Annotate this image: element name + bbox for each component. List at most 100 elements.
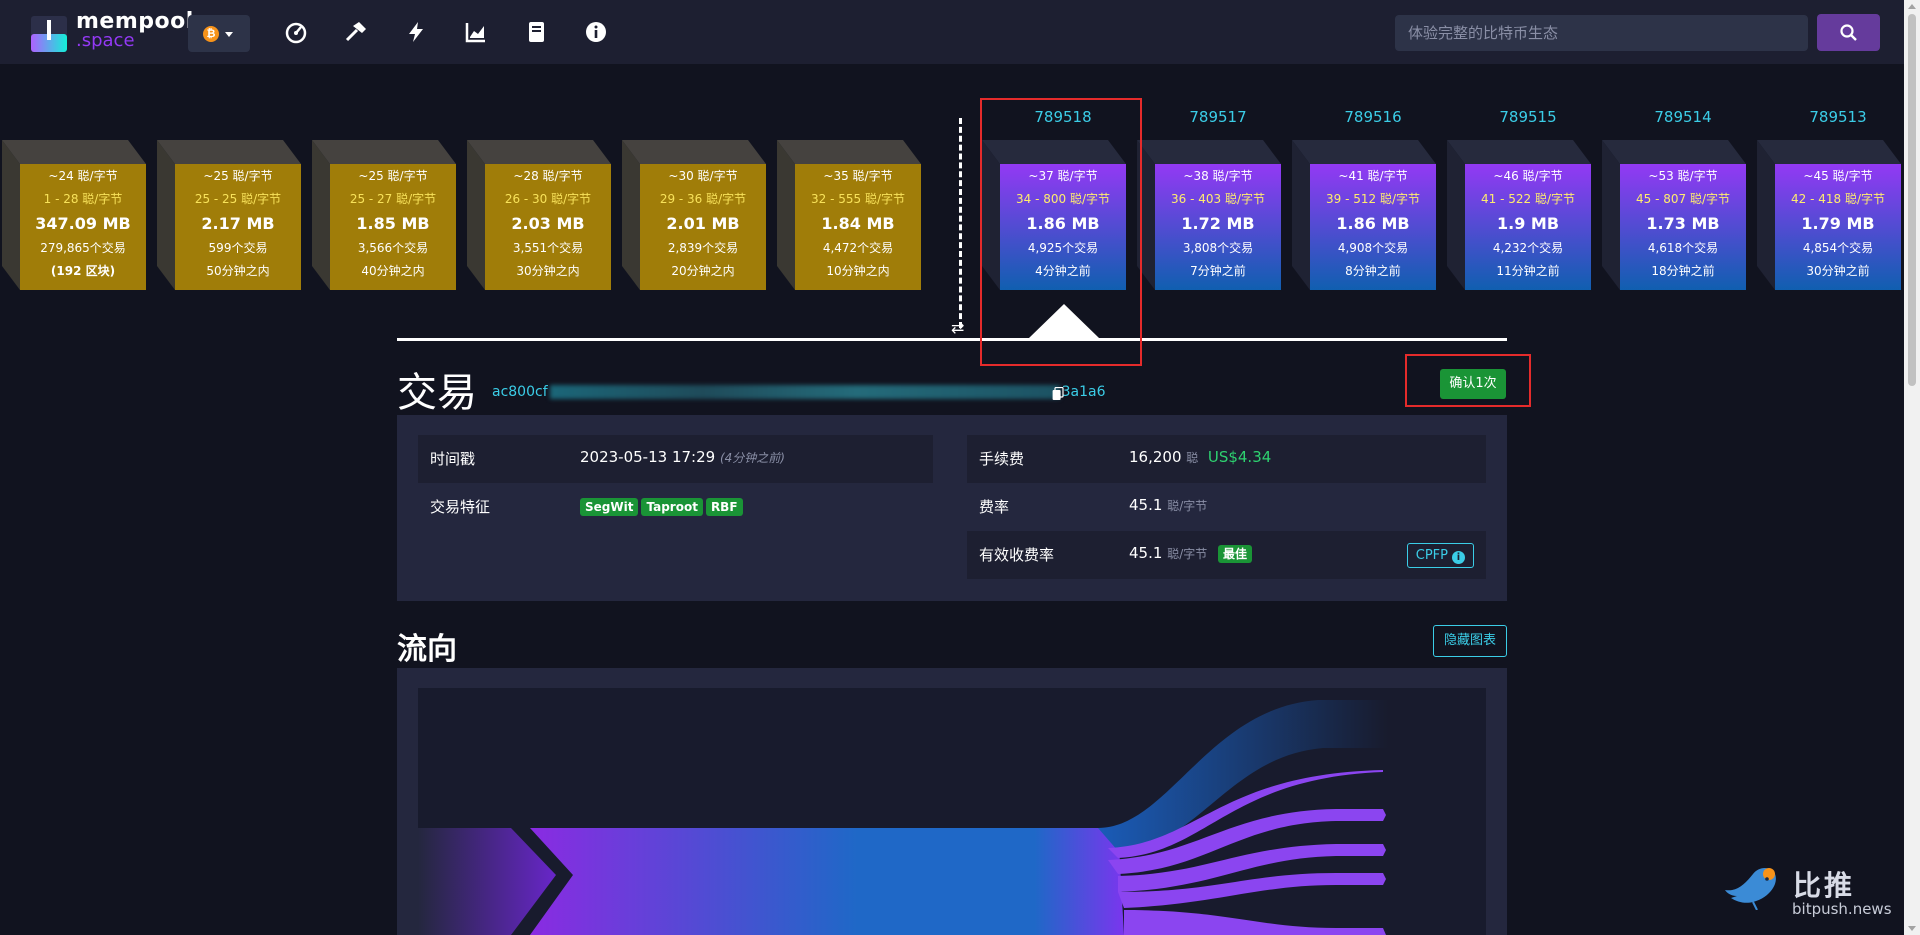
block-median-fee: ~35 聪/字节 <box>823 169 893 183</box>
feature-tag-rbf[interactable]: RBF <box>705 498 743 516</box>
mempool-block[interactable]: ~30 聪/字节 29 - 36 聪/字节 2.01 MB 2,839个交易 20分钟之… <box>622 140 766 290</box>
timestamp-relative: (4分钟之前) <box>719 451 785 465</box>
block-height-link[interactable]: 789517 <box>1155 108 1281 126</box>
block-time: 7分钟之前 <box>1190 264 1246 278</box>
block-time: 8分钟之前 <box>1345 264 1401 278</box>
copy-icon[interactable] <box>1052 387 1064 401</box>
confirmed-block[interactable]: ~45 聪/字节 42 - 418 聪/字节 1.79 MB 4,854个交易 30分钟… <box>1757 140 1901 290</box>
block-median-fee: ~25 聪/字节 <box>203 169 273 183</box>
block-top <box>157 140 301 164</box>
block-side <box>777 140 795 290</box>
mempool-logo-icon[interactable] <box>31 16 67 52</box>
swap-arrows-icon[interactable]: ⇄ <box>951 318 964 337</box>
block-top <box>1447 140 1591 164</box>
block-height-link[interactable]: 789513 <box>1775 108 1901 126</box>
block-height-link[interactable]: 789515 <box>1465 108 1591 126</box>
block-fee-range: 36 - 403 聪/字节 <box>1171 192 1265 206</box>
block-top <box>467 140 611 164</box>
block-time: 18分钟之前 <box>1651 264 1715 278</box>
watermark-cn: 比推 <box>1793 869 1856 902</box>
row-timestamp: 时间戳 2023-05-13 17:29 (4分钟之前) <box>418 435 933 483</box>
block-median-fee: ~41 聪/字节 <box>1338 169 1408 183</box>
mempool-block[interactable]: ~35 聪/字节 32 - 555 聪/字节 1.84 MB 4,472个交易 10分钟… <box>777 140 921 290</box>
block-height-link[interactable]: 789514 <box>1620 108 1746 126</box>
block-median-fee: ~28 聪/字节 <box>513 169 583 183</box>
timestamp-value: 2023-05-13 17:29 (4分钟之前) <box>580 448 785 466</box>
confirmed-block[interactable]: ~38 聪/字节 36 - 403 聪/字节 1.72 MB 3,808个交易 7分钟之… <box>1137 140 1281 290</box>
graphs-icon[interactable] <box>464 20 488 44</box>
lightning-icon[interactable] <box>404 20 428 44</box>
mempool-block[interactable]: ~28 聪/字节 26 - 30 聪/字节 2.03 MB 3,551个交易 30分钟之… <box>467 140 611 290</box>
block-side <box>2 140 20 290</box>
fee-usd: US$4.34 <box>1207 448 1272 466</box>
confirmed-block[interactable]: ~41 聪/字节 39 - 512 聪/字节 1.86 MB 4,908个交易 8分钟之… <box>1292 140 1436 290</box>
search-button[interactable] <box>1817 14 1880 51</box>
block-tx-count: 3,566个交易 <box>357 241 429 255</box>
hide-diagram-button[interactable]: 隐藏图表 <box>1433 625 1507 657</box>
about-info-icon[interactable] <box>584 20 608 44</box>
block-height-link[interactable]: 789516 <box>1310 108 1436 126</box>
fee-rate-label: 费率 <box>979 498 1010 516</box>
block-median-fee: ~53 聪/字节 <box>1648 169 1718 183</box>
page-scrollbar[interactable] <box>1904 0 1920 935</box>
mempool-block[interactable]: ~25 聪/字节 25 - 27 聪/字节 1.85 MB 3,566个交易 40分钟之… <box>312 140 456 290</box>
block-time: (192 区块) <box>50 264 116 278</box>
block-face: ~25 聪/字节 25 - 27 聪/字节 1.85 MB 3,566个交易 40分钟之… <box>330 164 456 290</box>
mempool-block[interactable]: ~25 聪/字节 25 - 25 聪/字节 2.17 MB 599个交易 50分钟之内 <box>157 140 301 290</box>
block-top <box>1137 140 1281 164</box>
scroll-down-arrow-icon[interactable] <box>1908 926 1916 931</box>
block-fee-range: 1 - 28 聪/字节 <box>43 192 123 206</box>
block-side <box>467 140 485 290</box>
docs-book-icon[interactable] <box>524 20 548 44</box>
block-time: 20分钟之内 <box>671 264 735 278</box>
flow-main-band <box>530 828 1124 935</box>
feature-tag-taproot[interactable]: Taproot <box>641 498 703 516</box>
block-top <box>1292 140 1436 164</box>
block-side <box>1602 140 1620 290</box>
timestamp-date: 2023-05-13 17:29 <box>580 448 716 466</box>
scroll-up-arrow-icon[interactable] <box>1908 4 1916 9</box>
block-fee-range: 29 - 36 聪/字节 <box>659 192 747 206</box>
top-nav: mempool .space ₿ <box>0 0 1904 64</box>
block-tx-count: 599个交易 <box>208 241 268 255</box>
flow-diagram <box>418 688 1486 935</box>
block-median-fee: ~38 聪/字节 <box>1183 169 1253 183</box>
network-selector-button[interactable]: ₿ <box>188 15 250 52</box>
bitpush-bird-logo-icon <box>1725 868 1776 910</box>
mempool-block[interactable]: ~24 聪/字节 1 - 28 聪/字节 347.09 MB 279,865个交易 (1… <box>2 140 146 290</box>
block-median-fee: ~24 聪/字节 <box>48 169 118 183</box>
scrollbar-thumb[interactable] <box>1908 14 1916 386</box>
block-tx-count: 2,839个交易 <box>667 241 739 255</box>
flow-input[interactable] <box>418 828 556 935</box>
block-median-fee: ~25 聪/字节 <box>358 169 428 183</box>
block-face: ~25 聪/字节 25 - 25 聪/字节 2.17 MB 599个交易 50分钟之内 <box>175 164 301 290</box>
txid-end: 3a1a6 <box>1061 384 1106 400</box>
confirmed-block[interactable]: ~46 聪/字节 41 - 522 聪/字节 1.9 MB 4,232个交易 11分钟之… <box>1447 140 1591 290</box>
cpfp-button[interactable]: CPFP i <box>1406 543 1474 568</box>
block-size: 1.9 MB <box>1496 214 1560 233</box>
mempool-divider <box>959 118 962 328</box>
block-tx-count: 4,908个交易 <box>1337 241 1409 255</box>
block-tx-count: 279,865个交易 <box>40 241 126 255</box>
block-size: 347.09 MB <box>35 214 131 233</box>
block-side <box>157 140 175 290</box>
flow-output-6[interactable] <box>1124 910 1386 935</box>
logo-text[interactable]: mempool .space <box>76 11 194 51</box>
mining-hammer-icon[interactable] <box>344 20 368 44</box>
feature-tag-segwit[interactable]: SegWit <box>580 498 639 516</box>
transaction-id-link[interactable]: ac800cf 3a1a6 <box>492 384 1106 400</box>
row-fee-rate: 费率 45.1 聪/字节 <box>967 483 1486 531</box>
confirmed-block[interactable]: ~53 聪/字节 45 - 807 聪/字节 1.73 MB 4,618个交易 18分钟… <box>1602 140 1746 290</box>
block-time: 11分钟之前 <box>1496 264 1560 278</box>
block-face: ~30 聪/字节 29 - 36 聪/字节 2.01 MB 2,839个交易 20分钟之… <box>640 164 766 290</box>
block-size: 2.17 MB <box>201 214 275 233</box>
block-face: ~46 聪/字节 41 - 522 聪/字节 1.9 MB 4,232个交易 11分钟之… <box>1465 164 1591 290</box>
block-side <box>622 140 640 290</box>
optimal-badge: 最佳 <box>1218 545 1253 563</box>
block-top <box>312 140 456 164</box>
cpfp-label: CPFP <box>1415 548 1448 563</box>
dashboard-icon[interactable] <box>284 20 308 44</box>
effective-fee-rate-label: 有效收费率 <box>979 546 1055 564</box>
search-input[interactable] <box>1395 15 1808 51</box>
fee-rate-value: 45.1 聪/字节 <box>1129 496 1207 514</box>
